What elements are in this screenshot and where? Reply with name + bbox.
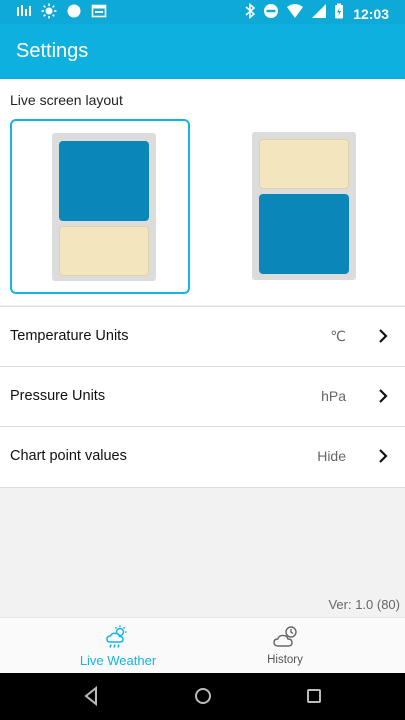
setting-value: ℃	[330, 328, 346, 344]
setting-row-temperature-units[interactable]: Temperature Units ℃	[0, 306, 405, 367]
setting-value: Hide	[317, 448, 346, 464]
setting-row-chart-point-values[interactable]: Chart point values Hide	[0, 426, 405, 487]
preview-chart-block	[259, 194, 349, 274]
chevron-right-icon	[378, 448, 388, 469]
layout-section-label: Live screen layout	[10, 92, 123, 108]
setting-label: Pressure Units	[10, 388, 106, 404]
chevron-right-icon	[378, 328, 388, 349]
circle-icon	[66, 3, 82, 24]
bluetooth-icon	[244, 2, 256, 24]
preview-info-block	[259, 139, 349, 189]
home-icon[interactable]	[192, 685, 214, 712]
page-title: Settings	[16, 40, 89, 62]
layout-preview-phone	[52, 133, 156, 281]
setting-label: Temperature Units	[10, 328, 129, 344]
app-bar: Settings	[0, 24, 405, 79]
setting-value: hPa	[321, 388, 346, 404]
layout-option-large-top[interactable]	[10, 119, 190, 294]
history-icon	[272, 624, 298, 655]
setting-row-pressure-units[interactable]: Pressure Units hPa	[0, 366, 405, 427]
back-icon[interactable]	[82, 685, 100, 712]
battery-icon	[334, 3, 344, 24]
bottom-navigation: Live Weather History	[0, 617, 405, 674]
weather-icon	[105, 624, 131, 655]
calendar-icon	[91, 3, 107, 24]
version-label: Ver: 1.0 (80)	[328, 597, 400, 612]
nav-label: History	[267, 654, 303, 666]
layout-section: Live screen layout	[0, 79, 405, 305]
layout-option-large-bottom[interactable]	[214, 119, 394, 294]
signal-bars-icon	[16, 3, 32, 24]
preview-info-block	[59, 226, 149, 276]
divider	[0, 487, 405, 488]
clock-time: 12:03	[353, 5, 389, 22]
do-not-disturb-icon	[263, 3, 279, 24]
chevron-right-icon	[378, 388, 388, 409]
wifi-icon	[286, 3, 304, 24]
nav-item-history[interactable]: History	[185, 618, 385, 674]
layout-preview-phone	[252, 132, 356, 280]
status-bar: 12:03	[0, 0, 405, 24]
sun-icon	[41, 3, 57, 24]
system-navigation-bar	[0, 673, 405, 720]
recents-icon[interactable]	[304, 685, 324, 712]
setting-label: Chart point values	[10, 448, 127, 464]
preview-chart-block	[59, 141, 149, 221]
cellular-icon	[311, 3, 327, 24]
